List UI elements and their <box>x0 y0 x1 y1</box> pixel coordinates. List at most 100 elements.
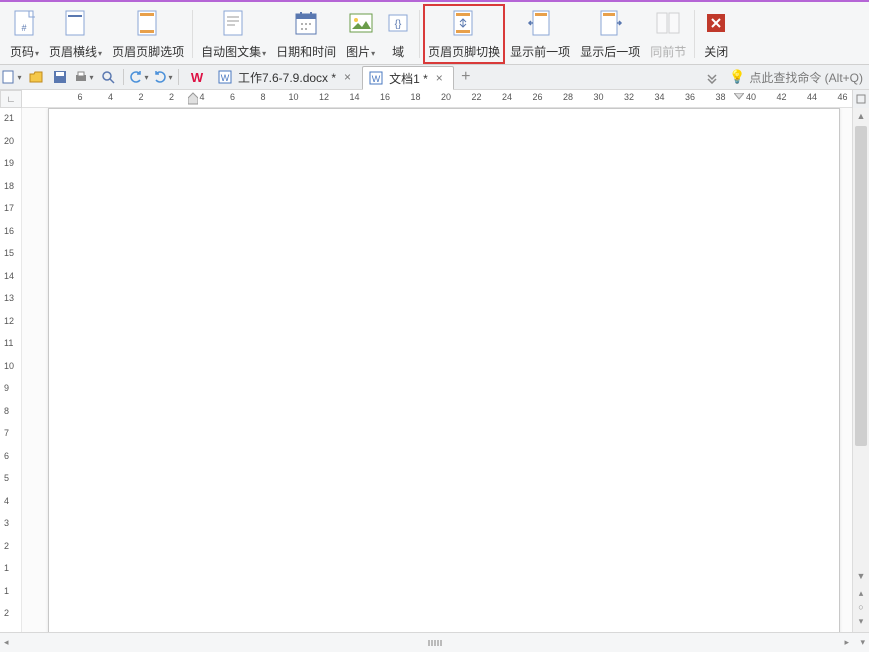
ruler-tick: 44 <box>807 92 817 102</box>
qat-print-button[interactable]: ▾ <box>73 66 95 88</box>
next-page-nav[interactable]: ▾ <box>853 614 869 628</box>
ruler-tick: 2 <box>138 92 143 102</box>
scroll-up-arrow[interactable]: ▲ <box>853 108 869 124</box>
print-icon <box>74 70 88 84</box>
ruler-tick: 6 <box>230 92 235 102</box>
horizontal-ruler[interactable]: 6422468101214161820222426283032343638404… <box>60 90 852 107</box>
show-next-button[interactable]: 显示后一项 <box>575 4 645 64</box>
hscroll-right-arrow[interactable]: ▸ <box>844 637 849 648</box>
wps-logo[interactable]: W <box>183 66 211 88</box>
open-folder-icon <box>29 70 43 84</box>
qat-separator <box>123 69 124 85</box>
ruler-tick: 8 <box>260 92 265 102</box>
word-doc-icon: W <box>218 70 232 84</box>
calendar-icon <box>293 9 319 37</box>
ruler-tick: 42 <box>776 92 786 102</box>
document-tab[interactable]: W 工作7.6-7.9.docx * × <box>212 65 362 89</box>
same-section-label: 同前节 <box>650 43 686 60</box>
ruler-tick: 26 <box>532 92 542 102</box>
show-prev-button[interactable]: 显示前一项 <box>505 4 575 64</box>
vertical-ruler[interactable]: 21201918171615141312111098765432112 <box>0 108 22 632</box>
scrollbar-thumb[interactable] <box>855 126 867 446</box>
new-tab-button[interactable]: + <box>454 68 478 86</box>
header-line-button[interactable]: 页眉横线▾ <box>44 4 107 64</box>
close-button[interactable]: 关闭 <box>698 4 734 64</box>
ruler-tick: 32 <box>624 92 634 102</box>
page-number-button[interactable]: # 页码▾ <box>5 4 44 64</box>
ruler-tick: 16 <box>4 226 14 236</box>
ruler-tick: 16 <box>380 92 390 102</box>
qat-redo-button[interactable]: ▾ <box>152 66 174 88</box>
field-label: 域 <box>392 43 404 60</box>
dropdown-arrow-icon: ▾ <box>35 49 39 58</box>
quick-access-toolbar: ▾ ▾ ▾ ▾ W W 工作7.6-7.9.docx * × W 文档1 * ×… <box>0 65 869 90</box>
tab-close-button[interactable]: × <box>434 71 445 85</box>
prev-page-nav[interactable]: ▴ <box>853 586 869 600</box>
ribbon-separator <box>419 10 420 58</box>
close-label: 关闭 <box>704 43 728 60</box>
ruler-tick: 46 <box>837 92 847 102</box>
document-page[interactable]: 页脚 # 插入页码 ▾ <box>48 108 840 632</box>
save-icon <box>53 70 67 84</box>
switch-header-footer-button[interactable]: 页眉页脚切换 <box>423 4 505 64</box>
ruler-area: ∟ 64224681012141618202224262830323436384… <box>0 90 869 108</box>
qat-open-button[interactable] <box>25 66 47 88</box>
svg-text:W: W <box>372 74 381 84</box>
autotext-label: 自动图文集 <box>201 45 261 59</box>
qat-undo-button[interactable]: ▾ <box>128 66 150 88</box>
switch-header-footer-icon <box>451 9 477 37</box>
ruler-tick: 13 <box>4 293 14 303</box>
ruler-tick: 4 <box>4 496 9 506</box>
picture-button[interactable]: 图片▾ <box>341 4 380 64</box>
qat-new-button[interactable]: ▾ <box>1 66 23 88</box>
dropdown-arrow-icon: ▾ <box>89 73 93 82</box>
right-indent-marker[interactable] <box>734 90 744 107</box>
scroll-down-arrow[interactable]: ▼ <box>853 568 869 584</box>
collapse-ribbon-icon[interactable] <box>705 70 719 84</box>
ruler-tick: 4 <box>108 92 113 102</box>
select-browse-object[interactable]: ○ <box>853 600 869 614</box>
undo-icon <box>129 70 143 84</box>
header-footer-options-icon <box>135 9 161 37</box>
status-menu-arrow[interactable]: ▾ <box>860 637 865 648</box>
field-button[interactable]: {} 域 <box>380 4 416 64</box>
indent-marker[interactable] <box>188 90 198 107</box>
side-panel-toggle[interactable] <box>852 90 869 108</box>
same-section-button: 同前节 <box>645 4 691 64</box>
qat-save-button[interactable] <box>49 66 71 88</box>
ruler-tick: 17 <box>4 203 14 213</box>
date-time-button[interactable]: 日期和时间 <box>271 4 341 64</box>
tab-close-button[interactable]: × <box>342 70 353 84</box>
ribbon-separator <box>192 10 193 58</box>
svg-text:#: # <box>21 23 26 33</box>
ruler-tick: 10 <box>288 92 298 102</box>
status-bar: ◂ ▸ ▾ <box>0 632 869 652</box>
qat-print-preview-button[interactable] <box>97 66 119 88</box>
show-prev-label: 显示前一项 <box>510 43 570 60</box>
ruler-tick: 4 <box>199 92 204 102</box>
vertical-scrollbar[interactable]: ▲ ▼ ▴ ○ ▾ <box>852 108 869 632</box>
document-tab-active[interactable]: W 文档1 * × <box>362 66 454 90</box>
ruler-tick: 5 <box>4 473 9 483</box>
ruler-tick: 21 <box>4 113 14 123</box>
panel-icon <box>856 94 866 104</box>
ruler-tick: 19 <box>4 158 14 168</box>
splitter-handle[interactable] <box>415 639 455 647</box>
ruler-tick: 14 <box>4 271 14 281</box>
ruler-tick: 2 <box>4 608 9 618</box>
ruler-tick: 30 <box>593 92 603 102</box>
ruler-tick: 22 <box>471 92 481 102</box>
ruler-tick: 14 <box>349 92 359 102</box>
ruler-tick: 12 <box>4 316 14 326</box>
ruler-corner[interactable]: ∟ <box>0 90 22 108</box>
dropdown-arrow-icon: ▾ <box>98 49 102 58</box>
ruler-tick: 2 <box>4 541 9 551</box>
page-number-icon: # <box>12 9 38 37</box>
ruler-tick: 38 <box>715 92 725 102</box>
autotext-button[interactable]: 自动图文集▾ <box>196 4 271 64</box>
header-footer-options-button[interactable]: 页眉页脚选项 <box>107 4 189 64</box>
find-command-box[interactable]: 💡 点此查找命令 (Alt+Q) <box>699 69 869 86</box>
page-area[interactable]: 页脚 # 插入页码 ▾ <box>22 108 869 632</box>
hscroll-left-arrow[interactable]: ◂ <box>4 637 9 648</box>
ruler-tick: 28 <box>563 92 573 102</box>
